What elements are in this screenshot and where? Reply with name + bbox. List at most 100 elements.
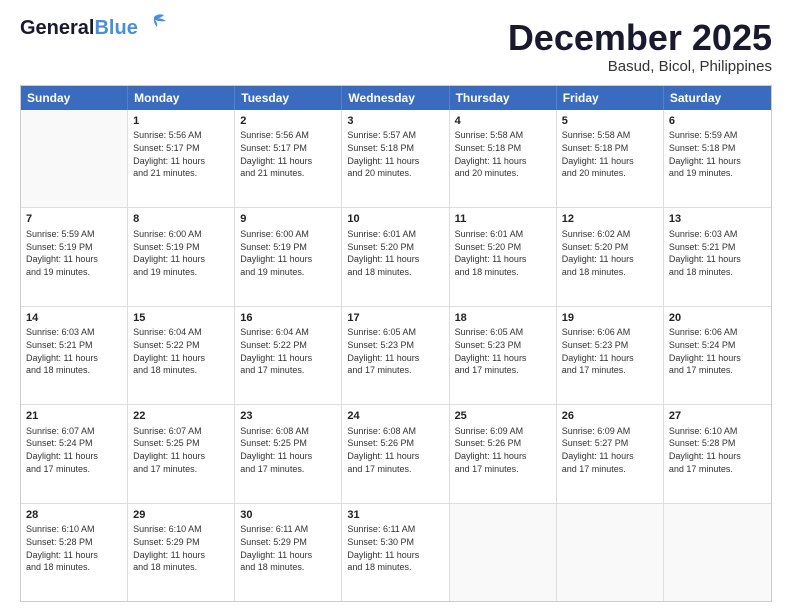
- calendar-cell: [450, 504, 557, 601]
- calendar-cell: 29Sunrise: 6:10 AM Sunset: 5:29 PM Dayli…: [128, 504, 235, 601]
- logo-bird-icon: [140, 13, 168, 35]
- day-number: 30: [240, 508, 336, 523]
- day-number: 16: [240, 311, 336, 326]
- day-number: 4: [455, 114, 551, 129]
- day-number: 24: [347, 409, 443, 424]
- calendar-cell: 1Sunrise: 5:56 AM Sunset: 5:17 PM Daylig…: [128, 110, 235, 207]
- header-day-saturday: Saturday: [664, 86, 771, 110]
- cell-info: Sunrise: 6:05 AM Sunset: 5:23 PM Dayligh…: [455, 326, 551, 376]
- day-number: 25: [455, 409, 551, 424]
- cell-info: Sunrise: 6:03 AM Sunset: 5:21 PM Dayligh…: [669, 228, 766, 278]
- cell-info: Sunrise: 6:04 AM Sunset: 5:22 PM Dayligh…: [240, 326, 336, 376]
- calendar-week-4: 21Sunrise: 6:07 AM Sunset: 5:24 PM Dayli…: [21, 404, 771, 502]
- day-number: 17: [347, 311, 443, 326]
- header-day-friday: Friday: [557, 86, 664, 110]
- day-number: 7: [26, 212, 122, 227]
- calendar-cell: 24Sunrise: 6:08 AM Sunset: 5:26 PM Dayli…: [342, 405, 449, 502]
- day-number: 20: [669, 311, 766, 326]
- day-number: 23: [240, 409, 336, 424]
- title-block: December 2025 Basud, Bicol, Philippines: [508, 18, 772, 75]
- cell-info: Sunrise: 6:04 AM Sunset: 5:22 PM Dayligh…: [133, 326, 229, 376]
- month-title: December 2025: [508, 18, 772, 58]
- header-day-tuesday: Tuesday: [235, 86, 342, 110]
- calendar-cell: 31Sunrise: 6:11 AM Sunset: 5:30 PM Dayli…: [342, 504, 449, 601]
- cell-info: Sunrise: 6:10 AM Sunset: 5:29 PM Dayligh…: [133, 523, 229, 573]
- day-number: 28: [26, 508, 122, 523]
- calendar-cell: 16Sunrise: 6:04 AM Sunset: 5:22 PM Dayli…: [235, 307, 342, 404]
- cell-info: Sunrise: 5:58 AM Sunset: 5:18 PM Dayligh…: [562, 129, 658, 179]
- calendar-cell: [21, 110, 128, 207]
- cell-info: Sunrise: 6:00 AM Sunset: 5:19 PM Dayligh…: [240, 228, 336, 278]
- calendar-week-3: 14Sunrise: 6:03 AM Sunset: 5:21 PM Dayli…: [21, 306, 771, 404]
- cell-info: Sunrise: 6:10 AM Sunset: 5:28 PM Dayligh…: [669, 425, 766, 475]
- day-number: 26: [562, 409, 658, 424]
- cell-info: Sunrise: 5:56 AM Sunset: 5:17 PM Dayligh…: [133, 129, 229, 179]
- day-number: 3: [347, 114, 443, 129]
- calendar-cell: 17Sunrise: 6:05 AM Sunset: 5:23 PM Dayli…: [342, 307, 449, 404]
- calendar-header: SundayMondayTuesdayWednesdayThursdayFrid…: [21, 86, 771, 110]
- calendar-cell: 10Sunrise: 6:01 AM Sunset: 5:20 PM Dayli…: [342, 208, 449, 305]
- cell-info: Sunrise: 6:00 AM Sunset: 5:19 PM Dayligh…: [133, 228, 229, 278]
- day-number: 15: [133, 311, 229, 326]
- cell-info: Sunrise: 6:08 AM Sunset: 5:26 PM Dayligh…: [347, 425, 443, 475]
- logo-text: GeneralBlue: [20, 18, 138, 38]
- calendar: SundayMondayTuesdayWednesdayThursdayFrid…: [20, 85, 772, 602]
- cell-info: Sunrise: 5:59 AM Sunset: 5:19 PM Dayligh…: [26, 228, 122, 278]
- day-number: 6: [669, 114, 766, 129]
- header-day-sunday: Sunday: [21, 86, 128, 110]
- day-number: 8: [133, 212, 229, 227]
- cell-info: Sunrise: 5:56 AM Sunset: 5:17 PM Dayligh…: [240, 129, 336, 179]
- calendar-cell: 8Sunrise: 6:00 AM Sunset: 5:19 PM Daylig…: [128, 208, 235, 305]
- cell-info: Sunrise: 6:06 AM Sunset: 5:24 PM Dayligh…: [669, 326, 766, 376]
- cell-info: Sunrise: 6:01 AM Sunset: 5:20 PM Dayligh…: [347, 228, 443, 278]
- header-day-thursday: Thursday: [450, 86, 557, 110]
- calendar-cell: 7Sunrise: 5:59 AM Sunset: 5:19 PM Daylig…: [21, 208, 128, 305]
- calendar-cell: 13Sunrise: 6:03 AM Sunset: 5:21 PM Dayli…: [664, 208, 771, 305]
- cell-info: Sunrise: 6:05 AM Sunset: 5:23 PM Dayligh…: [347, 326, 443, 376]
- calendar-cell: 6Sunrise: 5:59 AM Sunset: 5:18 PM Daylig…: [664, 110, 771, 207]
- calendar-cell: 9Sunrise: 6:00 AM Sunset: 5:19 PM Daylig…: [235, 208, 342, 305]
- calendar-week-1: 1Sunrise: 5:56 AM Sunset: 5:17 PM Daylig…: [21, 110, 771, 207]
- day-number: 21: [26, 409, 122, 424]
- day-number: 14: [26, 311, 122, 326]
- day-number: 18: [455, 311, 551, 326]
- calendar-cell: 27Sunrise: 6:10 AM Sunset: 5:28 PM Dayli…: [664, 405, 771, 502]
- calendar-cell: 25Sunrise: 6:09 AM Sunset: 5:26 PM Dayli…: [450, 405, 557, 502]
- day-number: 9: [240, 212, 336, 227]
- cell-info: Sunrise: 6:09 AM Sunset: 5:27 PM Dayligh…: [562, 425, 658, 475]
- calendar-cell: 19Sunrise: 6:06 AM Sunset: 5:23 PM Dayli…: [557, 307, 664, 404]
- cell-info: Sunrise: 5:58 AM Sunset: 5:18 PM Dayligh…: [455, 129, 551, 179]
- calendar-cell: [557, 504, 664, 601]
- cell-info: Sunrise: 5:57 AM Sunset: 5:18 PM Dayligh…: [347, 129, 443, 179]
- page: GeneralBlue December 2025 Basud, Bicol, …: [0, 0, 792, 612]
- calendar-week-5: 28Sunrise: 6:10 AM Sunset: 5:28 PM Dayli…: [21, 503, 771, 601]
- cell-info: Sunrise: 6:11 AM Sunset: 5:30 PM Dayligh…: [347, 523, 443, 573]
- calendar-cell: 12Sunrise: 6:02 AM Sunset: 5:20 PM Dayli…: [557, 208, 664, 305]
- day-number: 13: [669, 212, 766, 227]
- calendar-cell: 22Sunrise: 6:07 AM Sunset: 5:25 PM Dayli…: [128, 405, 235, 502]
- calendar-cell: 15Sunrise: 6:04 AM Sunset: 5:22 PM Dayli…: [128, 307, 235, 404]
- day-number: 12: [562, 212, 658, 227]
- calendar-cell: 3Sunrise: 5:57 AM Sunset: 5:18 PM Daylig…: [342, 110, 449, 207]
- day-number: 11: [455, 212, 551, 227]
- day-number: 31: [347, 508, 443, 523]
- day-number: 5: [562, 114, 658, 129]
- calendar-cell: 5Sunrise: 5:58 AM Sunset: 5:18 PM Daylig…: [557, 110, 664, 207]
- header-day-monday: Monday: [128, 86, 235, 110]
- calendar-cell: 14Sunrise: 6:03 AM Sunset: 5:21 PM Dayli…: [21, 307, 128, 404]
- cell-info: Sunrise: 6:01 AM Sunset: 5:20 PM Dayligh…: [455, 228, 551, 278]
- calendar-cell: 30Sunrise: 6:11 AM Sunset: 5:29 PM Dayli…: [235, 504, 342, 601]
- calendar-cell: 2Sunrise: 5:56 AM Sunset: 5:17 PM Daylig…: [235, 110, 342, 207]
- cell-info: Sunrise: 6:07 AM Sunset: 5:24 PM Dayligh…: [26, 425, 122, 475]
- calendar-cell: 18Sunrise: 6:05 AM Sunset: 5:23 PM Dayli…: [450, 307, 557, 404]
- day-number: 10: [347, 212, 443, 227]
- header-day-wednesday: Wednesday: [342, 86, 449, 110]
- calendar-cell: 11Sunrise: 6:01 AM Sunset: 5:20 PM Dayli…: [450, 208, 557, 305]
- day-number: 19: [562, 311, 658, 326]
- calendar-cell: 26Sunrise: 6:09 AM Sunset: 5:27 PM Dayli…: [557, 405, 664, 502]
- subtitle: Basud, Bicol, Philippines: [508, 58, 772, 75]
- calendar-body: 1Sunrise: 5:56 AM Sunset: 5:17 PM Daylig…: [21, 110, 771, 601]
- day-number: 1: [133, 114, 229, 129]
- cell-info: Sunrise: 6:09 AM Sunset: 5:26 PM Dayligh…: [455, 425, 551, 475]
- cell-info: Sunrise: 6:03 AM Sunset: 5:21 PM Dayligh…: [26, 326, 122, 376]
